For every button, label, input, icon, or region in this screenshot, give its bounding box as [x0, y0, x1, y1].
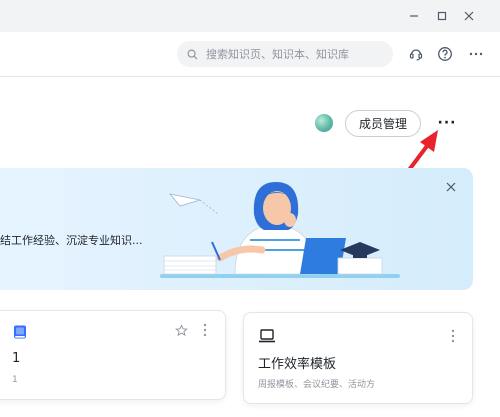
search-box[interactable] — [177, 41, 393, 67]
book-icon — [14, 325, 26, 339]
laptop-icon — [259, 329, 275, 343]
illustration-image — [160, 182, 400, 278]
support-icon[interactable] — [405, 43, 427, 65]
card-more-icon[interactable] — [203, 323, 207, 340]
minimize-icon[interactable] — [404, 6, 424, 26]
help-icon[interactable] — [434, 43, 456, 65]
title-bar — [0, 0, 500, 32]
card-title: 1 — [12, 351, 21, 366]
maximize-icon[interactable] — [432, 6, 452, 26]
banner-text: 结工作经验、沉淀专业知识... — [0, 234, 143, 247]
close-icon[interactable] — [459, 6, 479, 26]
avatar[interactable] — [315, 114, 333, 132]
template-card[interactable]: 工作效率模板 周报模板、会议纪要、活动方 — [243, 312, 473, 404]
top-toolbar — [0, 32, 500, 77]
search-input[interactable] — [204, 46, 388, 62]
card-title: 工作效率模板 — [258, 357, 337, 372]
more-icon[interactable] — [465, 43, 487, 65]
card-subtitle: 1 — [12, 375, 18, 385]
card-subtitle: 周报模板、会议纪要、活动方 — [258, 380, 376, 390]
card-more-icon[interactable] — [451, 329, 455, 346]
knowledge-card[interactable]: 1 1 — [0, 310, 226, 400]
star-icon[interactable] — [175, 324, 188, 340]
banner-close-icon[interactable] — [443, 179, 459, 195]
search-icon — [187, 49, 198, 60]
promo-banner: 结工作经验、沉淀专业知识... — [0, 168, 473, 290]
